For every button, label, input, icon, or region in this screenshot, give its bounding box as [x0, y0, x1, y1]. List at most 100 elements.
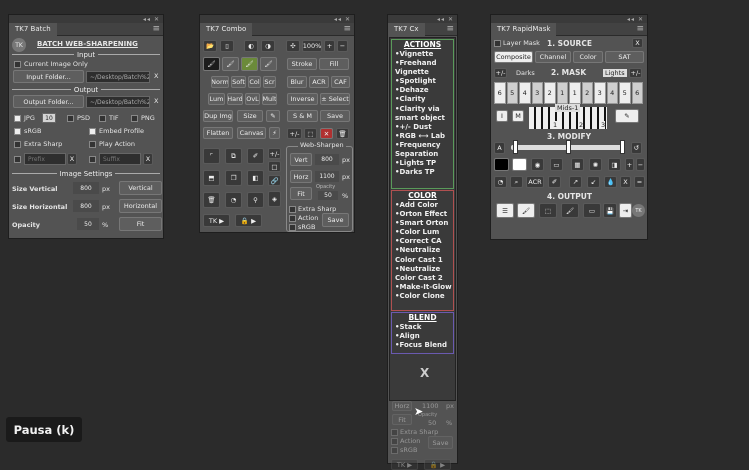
- blend-norm-button[interactable]: Norm: [211, 76, 229, 88]
- paint-icon[interactable]: ✐: [548, 176, 561, 188]
- dodge-icon[interactable]: ↗: [569, 176, 582, 188]
- blend-ovl-button[interactable]: OvL: [245, 93, 260, 105]
- blend-col-button[interactable]: Col: [248, 76, 261, 88]
- adjust-icon[interactable]: ◨: [608, 158, 621, 171]
- blur-icon[interactable]: ◔: [494, 176, 507, 188]
- color-item[interactable]: Color Cast 2: [392, 274, 453, 283]
- sat-button[interactable]: SAT: [605, 51, 644, 63]
- tonal-key[interactable]: 5: [619, 82, 631, 104]
- radial-icon[interactable]: ◉: [531, 158, 544, 171]
- source-close-button[interactable]: X: [632, 38, 643, 48]
- selection-icon[interactable]: ⬚: [539, 203, 557, 218]
- drop-icon[interactable]: 💧: [604, 176, 617, 188]
- ws-extra-sharp-checkbox[interactable]: [289, 206, 296, 213]
- tonal-key[interactable]: 6: [631, 82, 643, 104]
- close-menu-button[interactable]: X: [420, 366, 429, 380]
- trash-icon[interactable]: 🗑: [336, 128, 349, 139]
- actions-item[interactable]: •Dehaze: [392, 86, 453, 95]
- color-item[interactable]: Color Cast 1: [392, 256, 453, 265]
- zoom-100-button[interactable]: 100%: [302, 40, 322, 52]
- transform-icon[interactable]: ⬒: [203, 170, 220, 186]
- actions-item[interactable]: •Clarity: [392, 95, 453, 104]
- panel-menu-icon[interactable]: ≡: [636, 24, 647, 34]
- circle-brush-icon[interactable]: ◔: [225, 192, 242, 208]
- plus-minus-small-button[interactable]: +/-: [268, 148, 281, 159]
- modify-slider-handle-mid[interactable]: [566, 140, 571, 154]
- composite-button[interactable]: Composite: [494, 51, 533, 63]
- pin-icon[interactable]: ⚲: [247, 192, 264, 208]
- ws-fit-button[interactable]: Fit: [290, 187, 312, 200]
- fill-button[interactable]: Fill: [319, 58, 349, 70]
- color-item[interactable]: •Neutralize: [392, 246, 453, 255]
- clear-input-x[interactable]: X: [154, 72, 158, 80]
- link-icon[interactable]: 🔗: [268, 175, 281, 186]
- green-brush-icon[interactable]: 🖌: [241, 57, 258, 71]
- psd-checkbox[interactable]: [67, 115, 74, 122]
- embed-profile-checkbox[interactable]: [89, 128, 96, 135]
- blend-item[interactable]: •Focus Blend: [392, 341, 453, 350]
- paint-bucket-icon[interactable]: ◈: [268, 191, 281, 207]
- color-item[interactable]: •Correct CA: [392, 237, 453, 246]
- actions-item[interactable]: smart object: [392, 114, 453, 123]
- tonal-key[interactable]: 6: [494, 82, 506, 104]
- contrast-icon[interactable]: ◑: [261, 40, 275, 52]
- actions-item[interactable]: Vignette: [392, 68, 453, 77]
- output-folder-button[interactable]: Output Folder...: [13, 95, 84, 108]
- prefix-checkbox[interactable]: [14, 156, 21, 163]
- blend-item[interactable]: •Align: [392, 332, 453, 341]
- delete-layer-icon[interactable]: ✕: [320, 128, 333, 139]
- color-item[interactable]: •Smart Orton: [392, 219, 453, 228]
- color-item[interactable]: •Add Color: [392, 201, 453, 210]
- color-button[interactable]: Color: [573, 51, 603, 63]
- white-brush-icon[interactable]: 🖌: [222, 57, 239, 71]
- s-and-m-button[interactable]: S & M: [287, 110, 318, 122]
- actions-item[interactable]: •Freehand: [392, 59, 453, 68]
- open-folder-icon[interactable]: 📂: [203, 40, 217, 52]
- trash-large-icon[interactable]: 🗑: [203, 192, 220, 208]
- menu-list-icon[interactable]: ☰: [496, 203, 514, 218]
- horizontal-button[interactable]: Horizontal: [119, 199, 162, 213]
- tonal-key[interactable]: 5: [506, 82, 518, 104]
- tonal-key[interactable]: 3: [531, 82, 543, 104]
- eyedropper-icon[interactable]: ✎: [266, 110, 280, 122]
- actions-item[interactable]: •Clarity via: [392, 105, 453, 114]
- brush-stroke-icon[interactable]: ✐: [247, 148, 264, 164]
- panel-menu-icon[interactable]: ≡: [446, 24, 457, 34]
- rect-fill-icon[interactable]: ▭: [583, 203, 601, 218]
- acr-button[interactable]: ACR: [526, 176, 544, 188]
- jpg-quality-field[interactable]: 10: [42, 113, 56, 123]
- zoom-out-icon[interactable]: −: [337, 40, 348, 52]
- rect-select-icon[interactable]: ▭: [550, 158, 563, 171]
- panel-menu-icon[interactable]: ≡: [343, 24, 354, 34]
- tonal-key[interactable]: 4: [606, 82, 618, 104]
- plus-icon[interactable]: +: [625, 158, 634, 171]
- size-horizontal-field[interactable]: 800: [73, 200, 99, 212]
- color-item[interactable]: •Neutralize: [392, 265, 453, 274]
- brush-output-icon[interactable]: 🖌: [517, 203, 535, 218]
- prefix-field[interactable]: Prefix: [24, 153, 66, 165]
- actions-item[interactable]: •+/- Dust: [392, 123, 453, 132]
- extra-sharp-checkbox[interactable]: [14, 141, 21, 148]
- tonal-key[interactable]: 4: [519, 82, 531, 104]
- panel-menu-icon[interactable]: ≡: [152, 24, 163, 34]
- equals-button[interactable]: =: [634, 176, 645, 188]
- blur-button[interactable]: Blur: [287, 76, 307, 88]
- input-folder-button[interactable]: Input Folder...: [13, 70, 84, 83]
- half-rect-icon[interactable]: ◧: [247, 170, 264, 186]
- blend-scr-button[interactable]: Scr: [263, 76, 276, 88]
- tab-batch[interactable]: TK7 Batch: [9, 22, 57, 36]
- actions-item[interactable]: •Darks TP: [392, 168, 453, 177]
- plus-minus-button[interactable]: +/-: [287, 128, 302, 139]
- srgb-checkbox[interactable]: [14, 128, 21, 135]
- vert-field[interactable]: 800: [315, 154, 339, 165]
- horz-button[interactable]: Horz: [290, 170, 312, 183]
- x-button[interactable]: X: [620, 176, 631, 188]
- clear-output-x[interactable]: X: [154, 97, 158, 105]
- black-swatch[interactable]: [494, 158, 509, 171]
- caf-button[interactable]: CAF: [331, 76, 350, 88]
- actions-item[interactable]: •Spotlight: [392, 77, 453, 86]
- suffix-field[interactable]: Suffix: [99, 153, 141, 165]
- size-button[interactable]: Size: [237, 110, 263, 122]
- canvas-button[interactable]: Canvas: [237, 127, 266, 139]
- zoom-in-icon[interactable]: +: [324, 40, 335, 52]
